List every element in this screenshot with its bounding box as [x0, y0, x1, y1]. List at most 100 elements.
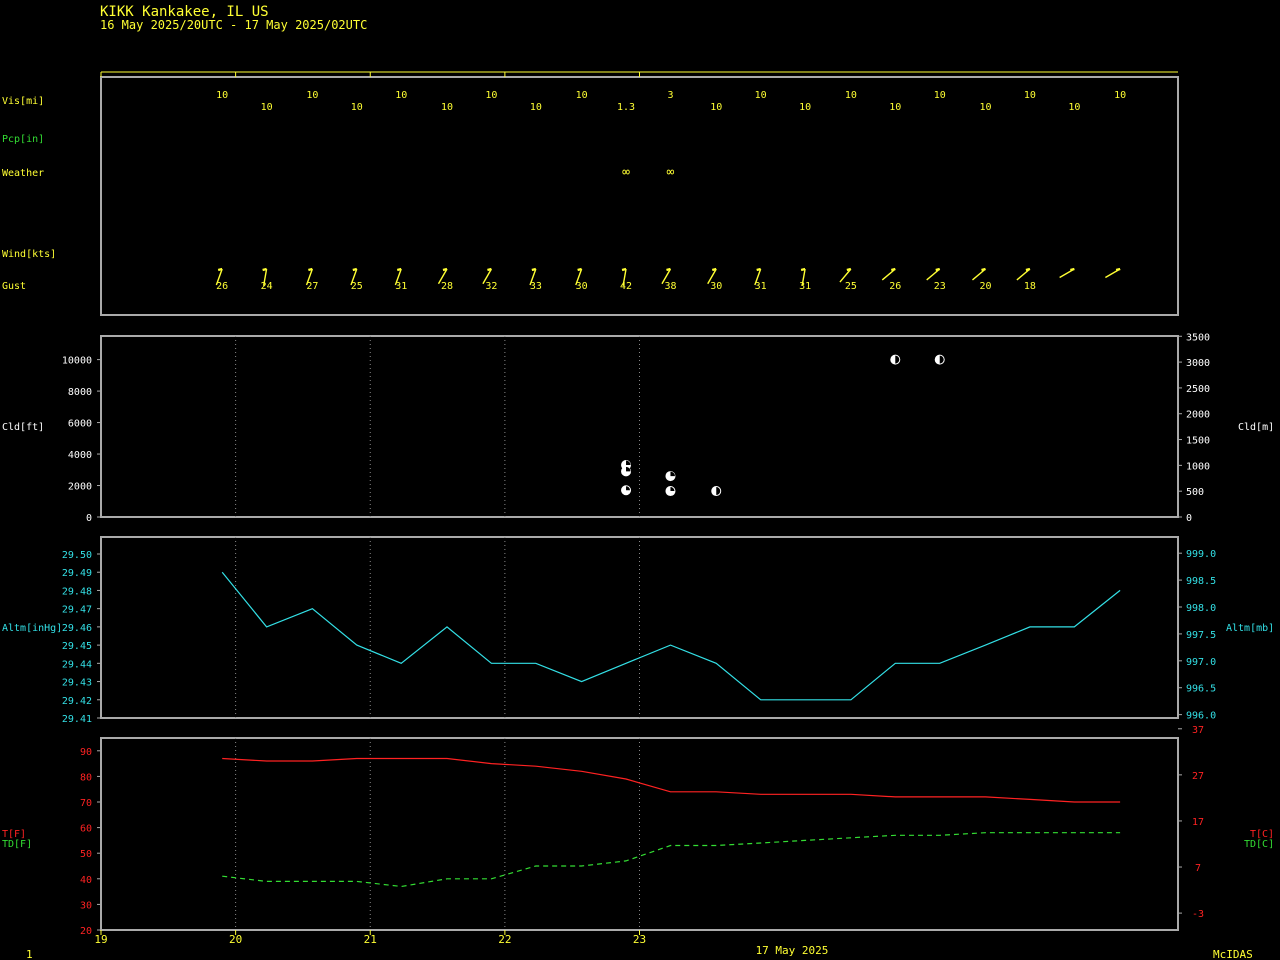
cloud-ft-tick: 6000 — [68, 419, 92, 430]
gust-value: 25 — [351, 281, 363, 292]
gust-value: 33 — [530, 281, 542, 292]
cloud-m-tick: 500 — [1186, 487, 1204, 498]
gust-value: 26 — [889, 281, 901, 292]
cloud-ft-tick: 2000 — [68, 482, 92, 493]
visibility-value: 10 — [576, 90, 588, 101]
altm-mb-tick: 999.0 — [1186, 549, 1216, 560]
gust-value: 18 — [1024, 281, 1036, 292]
cloud-m-tick: 2000 — [1186, 410, 1210, 421]
altm-mb-tick: 996.5 — [1186, 684, 1216, 695]
meteogram: KIKK Kankakee, IL US 16 May 2025/20UTC -… — [2, 4, 1274, 960]
altm-inhg-tick: 29.41 — [62, 714, 92, 725]
gust-value: 31 — [755, 281, 767, 292]
gust-label: Gust — [2, 281, 26, 292]
mcidas-label: McIDAS — [1213, 948, 1253, 960]
altm-mb-label: Altm[mb] — [1226, 623, 1274, 634]
wind-barb-flag — [711, 267, 717, 272]
wind-barb-flag — [487, 267, 492, 272]
temp-c-tick: 37 — [1192, 725, 1204, 736]
temp-f-tick: 80 — [80, 772, 92, 783]
pcp-label: Pcp[in] — [2, 134, 44, 145]
cloud-m-tick: 3500 — [1186, 332, 1210, 343]
visibility-value: 10 — [530, 102, 542, 113]
dewpoint-f-label: TD[F] — [2, 839, 32, 850]
wind-barb-flag — [217, 267, 223, 272]
footer-date: 17 May 2025 — [756, 944, 829, 957]
wind-barb-flag — [981, 267, 986, 272]
wind-barb-flag — [1025, 267, 1031, 272]
gust-value: 38 — [664, 281, 676, 292]
cloud-cover-scattered-symbol — [890, 354, 901, 365]
cloud-cover-few-symbol — [665, 471, 676, 482]
dewpoint-c-label: TD[C] — [1244, 839, 1274, 850]
panel-frames — [100, 71, 1179, 931]
wind-barb-flag — [1070, 267, 1075, 272]
cloud-m-tick: 3000 — [1186, 358, 1210, 369]
time-tick-label: 23 — [633, 933, 646, 946]
weather-label: Weather — [2, 168, 44, 179]
gridlines — [235, 336, 640, 930]
wind-barb-flag — [577, 267, 582, 272]
surface-obs-panel: Vis[mi] Pcp[in] Weather Wind[kts] Gust 1… — [2, 90, 1126, 292]
gust-value: 30 — [576, 281, 588, 292]
time-tick-label: 21 — [364, 933, 377, 946]
visibility-value: 10 — [351, 102, 363, 113]
temp-f-tick: 60 — [80, 824, 92, 835]
cloud-ft-tick: 8000 — [68, 387, 92, 398]
cloud-ft-label: Cld[ft] — [2, 422, 44, 433]
wind-barb-flag — [531, 267, 537, 272]
altm-mb-tick: 998.5 — [1186, 576, 1216, 587]
cloud-cover-broken-symbol — [665, 486, 676, 497]
panel-frame-3 — [100, 536, 1179, 719]
cloud-cover-scattered-symbol — [711, 486, 722, 497]
visibility-value: 10 — [441, 102, 453, 113]
visibility-value: 10 — [934, 90, 946, 101]
gust-value: 27 — [306, 281, 318, 292]
gust-value: 28 — [441, 281, 453, 292]
wind-barb-flag — [890, 267, 896, 272]
panel-frame-2 — [100, 335, 1179, 518]
header: KIKK Kankakee, IL US 16 May 2025/20UTC -… — [100, 4, 367, 32]
temp-c-tick: 17 — [1192, 817, 1204, 828]
time-tick-label: 22 — [498, 933, 511, 946]
altm-inhg-tick: 29.46 — [62, 623, 92, 634]
cloud-cover-few-symbol — [621, 466, 632, 477]
footer-left: 1 — [26, 948, 33, 960]
gust-value: 26 — [216, 281, 228, 292]
cloud-ft-tick: 0 — [86, 513, 92, 524]
wind-barb-flag — [442, 267, 448, 272]
altm-mb-tick: 997.5 — [1186, 630, 1216, 641]
altm-mb-tick: 997.0 — [1186, 657, 1216, 668]
cloud-ft-tick: 4000 — [68, 450, 92, 461]
cloud-m-tick: 0 — [1186, 513, 1192, 524]
time-axis: 192021222300010203 — [94, 930, 646, 946]
wind-barb-flag — [352, 267, 358, 272]
cloud-m-label: Cld[m] — [1238, 422, 1274, 433]
visibility-value: 10 — [306, 90, 318, 101]
gust-value: 23 — [934, 281, 946, 292]
visibility-value: 10 — [799, 102, 811, 113]
altm-inhg-tick: 29.44 — [62, 659, 92, 670]
gust-value: 31 — [799, 281, 811, 292]
altimeter-panel: Altm[inHg] Altm[mb] 29.50 29.49 29.48 29.47… — [2, 549, 1274, 725]
cloud-m-tick: 1000 — [1186, 461, 1210, 472]
haze-weather-symbol: ∞ — [667, 165, 675, 180]
visibility-value: 10 — [1024, 90, 1036, 101]
time-tick-label: 20 — [229, 933, 242, 946]
temp-f-tick: 40 — [80, 875, 92, 886]
wind-label: Wind[kts] — [2, 249, 56, 260]
vis-label: Vis[mi] — [2, 96, 44, 107]
temp-f-tick: 70 — [80, 798, 92, 809]
gust-value: 25 — [845, 281, 857, 292]
period-title: 16 May 2025/20UTC - 17 May 2025/02UTC — [100, 18, 367, 32]
wind-barb-flag — [756, 267, 761, 272]
cloud-m-tick: 2500 — [1186, 384, 1210, 395]
cloud-cover-scattered-symbol — [934, 354, 945, 365]
wind-barb-flag — [666, 267, 671, 272]
cloud-symbol-cut — [670, 471, 675, 477]
visibility-value: 1.3 — [617, 102, 635, 113]
wind-barb-flag — [1115, 267, 1121, 272]
wind-barb-flag — [935, 267, 941, 272]
altm-inhg-tick: 29.42 — [62, 696, 92, 707]
gust-value: 31 — [395, 281, 407, 292]
